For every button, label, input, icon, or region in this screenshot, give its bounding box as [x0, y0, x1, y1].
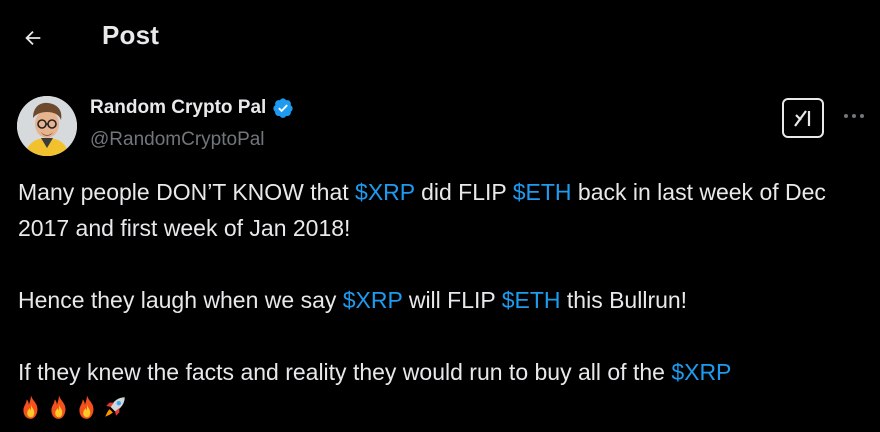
- post-paragraph-3: If they knew the facts and reality they …: [18, 354, 868, 390]
- post-paragraph-2: Hence they laugh when we say $XRP will F…: [18, 282, 868, 318]
- cashtag-xrp[interactable]: $XRP: [343, 287, 403, 313]
- post-paragraph-1: Many people DON’T KNOW that $XRP did FLI…: [18, 174, 868, 246]
- cashtag-eth[interactable]: $ETH: [502, 287, 561, 313]
- rocket-emoji-icon: [105, 397, 125, 417]
- post-text-segment: If they knew the facts and reality they …: [18, 359, 672, 385]
- grok-button[interactable]: [782, 98, 824, 138]
- more-icon: [844, 114, 864, 118]
- post-text: Many people DON’T KNOW that $XRP did FLI…: [18, 174, 868, 424]
- avatar-image: [17, 96, 77, 156]
- back-arrow-icon: [25, 30, 41, 46]
- post-text-segment: this Bullrun!: [560, 287, 688, 313]
- author-display-name: Random Crypto Pal: [90, 97, 267, 118]
- cashtag-xrp[interactable]: $XRP: [671, 359, 731, 385]
- grok-icon: [794, 110, 811, 127]
- post-text-segment: did FLIP: [414, 179, 513, 205]
- page-title: Post: [102, 20, 160, 50]
- post-header: Post: [0, 0, 880, 74]
- cashtag-eth[interactable]: $ETH: [513, 179, 572, 205]
- back-button[interactable]: [14, 19, 52, 57]
- cashtag-xrp[interactable]: $XRP: [355, 179, 415, 205]
- fire-emoji-icon: [79, 395, 94, 419]
- emoji-row: [18, 390, 868, 424]
- post-text-segment: Hence they laugh when we say: [18, 287, 343, 313]
- post-text-segment: will FLIP: [402, 287, 502, 313]
- verified-badge-icon: [273, 98, 293, 118]
- post-text-segment: Many people DON’T KNOW that: [18, 179, 356, 205]
- fire-emoji-icon: [23, 395, 38, 419]
- author-avatar[interactable]: [17, 96, 77, 156]
- more-options-button[interactable]: [840, 104, 868, 128]
- author-name[interactable]: Random Crypto Pal: [90, 97, 294, 119]
- fire-emoji-icon: [51, 395, 66, 419]
- author-handle[interactable]: @RandomCryptoPal: [90, 129, 265, 151]
